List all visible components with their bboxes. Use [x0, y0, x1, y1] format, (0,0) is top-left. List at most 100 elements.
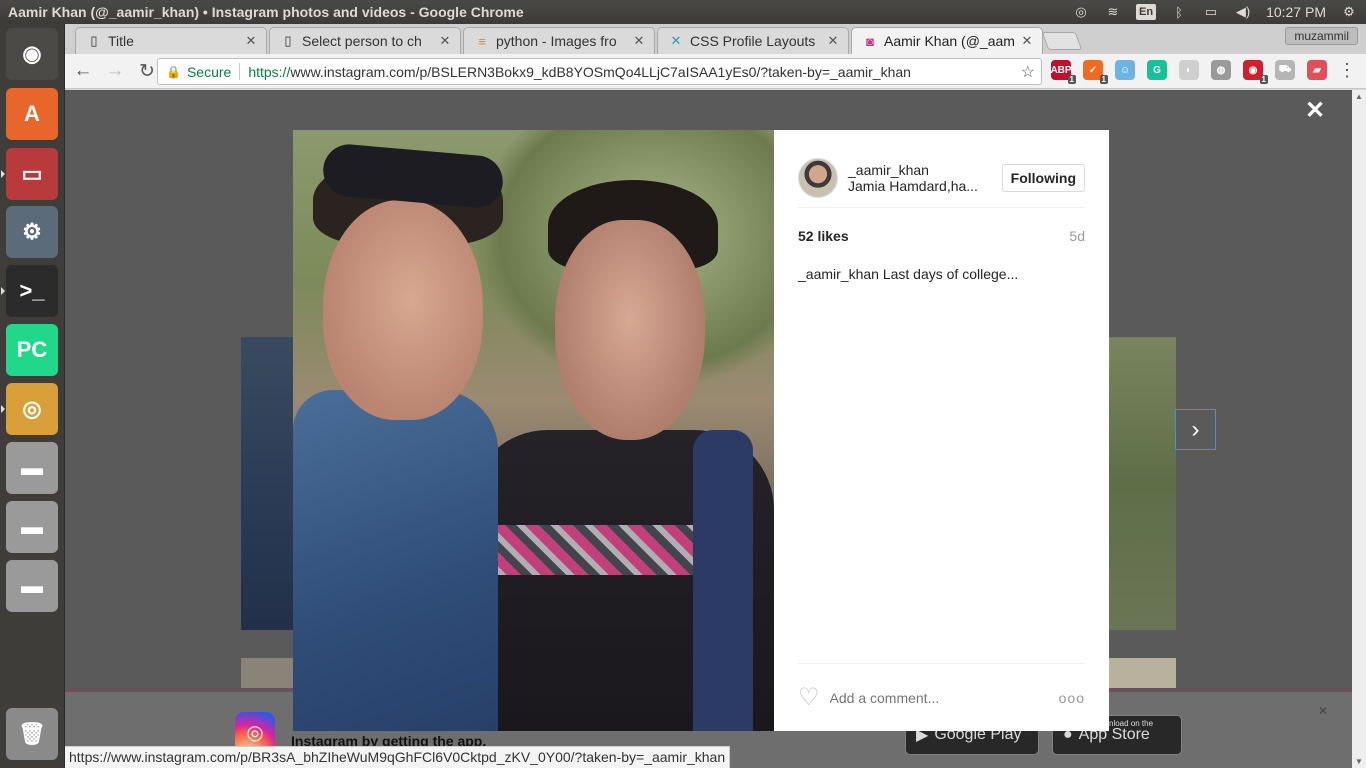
extension-toolbar: ABP 1 ✓ 1 ☺ G ◐ ◍ ◉ 1 ⛟ ▰ — [1050, 60, 1327, 84]
tab-python-images[interactable]: ≡ python - Images fro ✕ — [463, 27, 655, 54]
location-link[interactable]: Jamia Hamdard,ha... — [848, 178, 988, 194]
system-tray: ◎ ≋ En ᛒ ▭ ◀) 10:27 PM ⚙ — [1072, 0, 1366, 24]
more-options-icon[interactable]: ooo — [1059, 690, 1085, 706]
instagram-page: ◎ Instagram by getting the app. ▶ Google… — [65, 90, 1366, 768]
lock-icon: 🔒 — [166, 64, 181, 79]
banner-close-icon[interactable]: ✕ — [1318, 704, 1328, 718]
launcher-item-drive-3[interactable]: ▬ — [6, 560, 58, 612]
tab-close-icon[interactable]: ✕ — [632, 33, 646, 49]
tab-close-icon[interactable]: ✕ — [244, 33, 258, 49]
extension-icon-7[interactable]: ◉ 1 — [1243, 60, 1268, 84]
keyboard-lang-indicator[interactable]: En — [1136, 4, 1157, 20]
next-post-arrow[interactable]: › — [1175, 409, 1216, 450]
globe-icon[interactable]: ◍ — [1211, 60, 1231, 80]
terminal-icon: >_ — [19, 278, 45, 303]
chrome-window: ▯ Title ✕ ▯ Select person to ch ✕ ≡ pyth… — [65, 24, 1366, 768]
background-post-image — [1108, 337, 1176, 630]
extension-icon-9[interactable]: ▰ — [1307, 60, 1327, 80]
tab-css-profile[interactable]: ✕ CSS Profile Layouts ✕ — [657, 27, 849, 54]
post-age[interactable]: 5d — [1069, 228, 1085, 244]
tab-label: Title — [108, 33, 134, 49]
cart-icon[interactable]: ⛟ — [1275, 60, 1295, 80]
wifi-icon[interactable]: ≋ — [1104, 4, 1122, 20]
file-manager-icon: ▭ — [21, 161, 43, 186]
back-button[interactable]: ← — [69, 57, 97, 85]
tab-label: CSS Profile Layouts — [690, 33, 816, 49]
codepen-icon: ✕ — [670, 33, 682, 48]
url-text: www.instagram.com/p/BSLERN3Bokx9_kdB8YOS… — [290, 63, 911, 80]
tab-close-icon[interactable]: ✕ — [1020, 33, 1034, 49]
post-header: _aamir_khan Jamia Hamdard,ha... Followin… — [798, 148, 1085, 208]
page-scrollbar[interactable]: ▲ ▼ — [1352, 90, 1366, 768]
tab-close-icon[interactable]: ✕ — [826, 33, 840, 49]
launcher-item-pycharm[interactable]: PC — [6, 324, 58, 376]
extension-badge: 1 — [1067, 75, 1076, 84]
comment-input[interactable] — [829, 689, 1059, 706]
adblock-icon[interactable]: ABP 1 — [1050, 60, 1076, 84]
launcher-item-chrome[interactable]: ◎ — [1, 383, 58, 435]
stackoverflow-icon: ≡ — [478, 33, 486, 49]
system-settings-icon: ⚙ — [22, 219, 42, 244]
tab-title[interactable]: ▯ Title ✕ — [75, 27, 267, 54]
pycharm-icon: PC — [16, 337, 48, 362]
post-modal: _aamir_khan Jamia Hamdard,ha... Followin… — [293, 130, 1109, 731]
background-post-image — [241, 337, 294, 630]
tab-label: Select person to ch — [302, 33, 422, 49]
lightbox-close-button[interactable]: ✕ — [1305, 96, 1325, 125]
volume-icon[interactable]: ◀) — [1234, 4, 1252, 20]
username-link[interactable]: _aamir_khan — [848, 162, 1002, 178]
grammarly-icon[interactable]: G — [1147, 60, 1167, 80]
following-button[interactable]: Following — [1001, 163, 1085, 192]
browser-toolbar: ← → ↻ 🔒 Secure https:// www.instagram.co… — [65, 54, 1366, 89]
address-bar[interactable]: 🔒 Secure https:// www.instagram.com/p/BS… — [157, 58, 1042, 85]
unity-launcher: ◉ A ▭ ⚙ >_ PC ◎ ▬ ▬ ▬ 🗑 — [0, 24, 65, 768]
extension-badge: 1 — [1099, 75, 1108, 84]
caption-text: Last days of college... — [882, 266, 1019, 282]
scroll-down-arrow[interactable]: ▼ — [1355, 757, 1363, 766]
chrome-tray-icon[interactable]: ◎ — [1072, 4, 1090, 20]
caption-username[interactable]: _aamir_khan — [798, 266, 879, 282]
launcher-item-files[interactable]: ▭ — [1, 148, 58, 200]
launcher-item-software-center[interactable]: A — [6, 88, 58, 140]
launcher-item-drive-1[interactable]: ▬ — [6, 442, 58, 494]
clock[interactable]: 10:27 PM — [1266, 4, 1326, 20]
likes-count[interactable]: 52 likes — [798, 228, 849, 244]
drive-icon: ▬ — [21, 514, 43, 539]
launcher-item-drive-2[interactable]: ▬ — [6, 501, 58, 553]
tab-strip: ▯ Title ✕ ▯ Select person to ch ✕ ≡ pyth… — [65, 24, 1366, 54]
avatar[interactable] — [798, 157, 838, 198]
chrome-menu-icon[interactable]: ⋮ — [1338, 60, 1356, 81]
status-bar-url: https://www.instagram.com/p/BR3sA_bhZIhe… — [65, 746, 731, 768]
window-title: Aamir Khan (@_aamir_khan) • Instagram ph… — [8, 4, 524, 20]
bookmark-star-icon[interactable]: ☆ — [1021, 62, 1035, 82]
page-icon: ▯ — [284, 33, 292, 48]
likes-row: 52 likes 5d — [798, 228, 1085, 244]
settings-gear-icon[interactable]: ⚙ — [1340, 4, 1358, 20]
new-tab-button[interactable] — [1041, 32, 1083, 50]
extension-badge: 1 — [1259, 75, 1268, 84]
extension-icon-2[interactable]: ✓ 1 — [1083, 60, 1108, 84]
ubuntu-dash-icon: ◉ — [22, 41, 42, 66]
tab-close-icon[interactable]: ✕ — [438, 33, 452, 49]
background-thumbnail — [1108, 658, 1176, 688]
tab-select-person[interactable]: ▯ Select person to ch ✕ — [269, 27, 461, 54]
scroll-up-arrow[interactable]: ▲ — [1355, 92, 1363, 101]
battery-icon[interactable]: ▭ — [1202, 4, 1220, 20]
tab-instagram[interactable]: ◙ Aamir Khan (@_aam ✕ — [851, 27, 1043, 54]
bluetooth-icon[interactable]: ᛒ — [1170, 4, 1188, 20]
extension-icon-5[interactable]: ◐ — [1179, 60, 1199, 80]
launcher-item-dash[interactable]: ◉ — [6, 28, 58, 80]
launcher-item-terminal[interactable]: >_ — [1, 265, 58, 317]
post-caption: _aamir_khan Last days of college... — [798, 266, 1018, 282]
extension-icon-3[interactable]: ☺ — [1115, 60, 1135, 80]
user-block: _aamir_khan Jamia Hamdard,ha... — [848, 162, 1002, 194]
forward-button[interactable]: → — [101, 57, 129, 85]
launcher-item-settings[interactable]: ⚙ — [6, 206, 58, 258]
comment-bar: ♡ ooo — [798, 663, 1085, 731]
profile-button[interactable]: muzammil — [1285, 27, 1358, 45]
launcher-item-trash[interactable]: 🗑 — [6, 708, 58, 760]
drive-icon: ▬ — [21, 455, 43, 480]
post-photo[interactable] — [293, 130, 774, 731]
post-sidebar: _aamir_khan Jamia Hamdard,ha... Followin… — [774, 130, 1109, 731]
heart-icon[interactable]: ♡ — [798, 683, 820, 712]
